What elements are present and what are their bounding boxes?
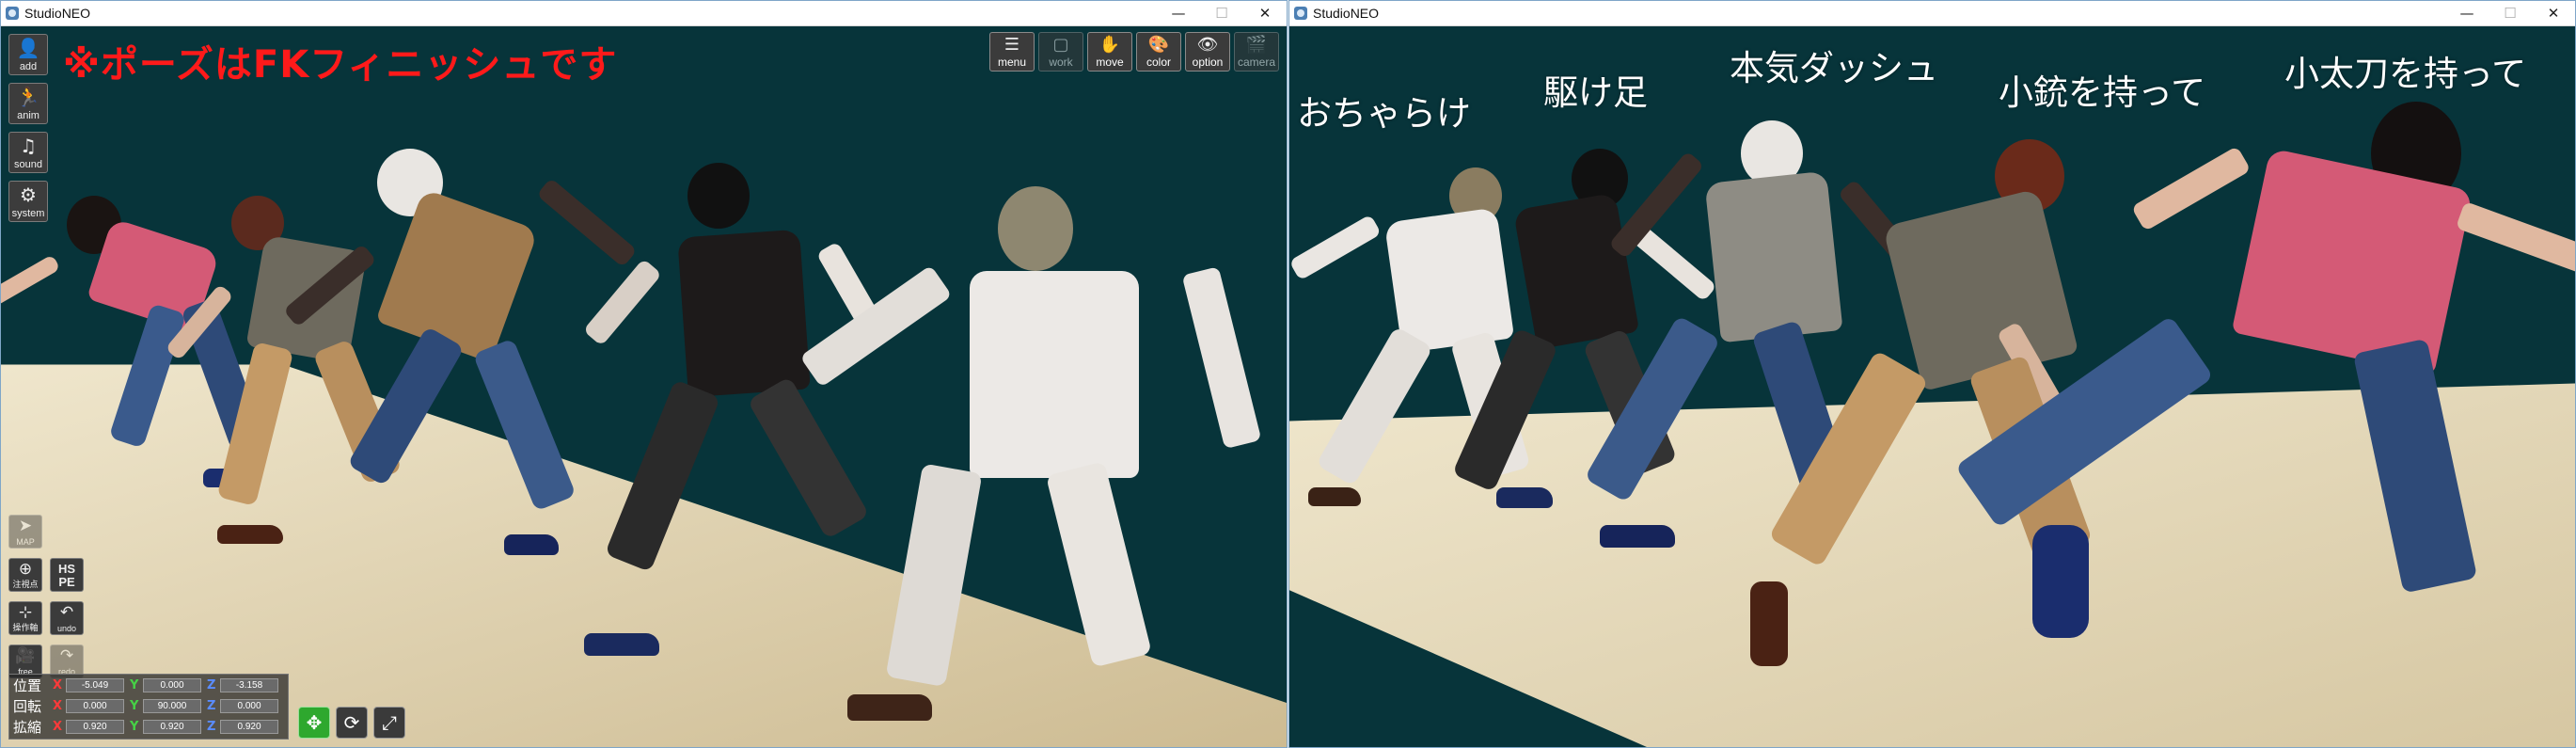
- position-x-field[interactable]: -5.049: [66, 678, 124, 692]
- left-toolbar: 👤 add 🏃 anim ♫ sound ⚙ system: [8, 34, 50, 230]
- gears-icon: ⚙: [20, 183, 37, 206]
- scale-label: 拡縮: [13, 719, 42, 736]
- music-icon: ♫: [20, 135, 37, 157]
- undo-icon: ↶: [59, 603, 74, 622]
- scale-icon: ⤢: [382, 711, 397, 734]
- maximize-button[interactable]: ☐: [2489, 1, 2532, 25]
- system-button[interactable]: ⚙ system: [8, 181, 48, 222]
- window-title: StudioNEO: [24, 6, 91, 21]
- position-row: 位置 X -5.049 Y 0.000 Z -3.158: [13, 676, 286, 695]
- map-button[interactable]: ➤ MAP: [8, 515, 42, 549]
- axis-icon: ⊹: [18, 603, 33, 622]
- axis-y-label: Y: [130, 699, 139, 713]
- axis-y-label: Y: [130, 678, 139, 692]
- cursor-icon: ➤: [18, 517, 33, 535]
- window-title: StudioNEO: [1313, 6, 1380, 21]
- top-toolbar: ☰ menu ▢ work ✋ move 🎨 color 👁 option 🎬: [989, 32, 1279, 72]
- rotation-z-field[interactable]: 0.000: [220, 699, 278, 713]
- rotation-x-field[interactable]: 0.000: [66, 699, 124, 713]
- character-woman-pink[interactable]: [1954, 102, 2575, 747]
- add-button[interactable]: 👤 add: [8, 34, 48, 75]
- axis-x-label: X: [53, 699, 63, 713]
- axis-z-label: Z: [207, 720, 216, 734]
- camera-button[interactable]: 🎬 camera: [1234, 32, 1279, 72]
- minimize-button[interactable]: —: [2445, 1, 2489, 25]
- character-man-vest[interactable]: [283, 149, 638, 591]
- character-man-white-suit[interactable]: [799, 186, 1262, 747]
- work-button[interactable]: ▢ work: [1038, 32, 1083, 72]
- palette-icon: 🎨: [1147, 35, 1170, 55]
- clapper-icon: 🎬: [1245, 35, 1268, 55]
- pose-notice: ※ポーズはFKフィニッシュです: [63, 43, 618, 87]
- undo-button[interactable]: ↶ undo: [50, 601, 84, 635]
- rotation-label: 回転: [13, 698, 42, 715]
- eye-icon: 👁: [1196, 35, 1219, 55]
- studio-window-left: StudioNEO — ☐ ✕ ※ポーズはFKフィニッシュです 👤 add 🏃 …: [0, 0, 1288, 748]
- caption-ocharake: おちゃらけ: [1297, 93, 1471, 134]
- position-label: 位置: [13, 677, 42, 694]
- move-button[interactable]: ✋ move: [1087, 32, 1132, 72]
- transform-panel: 位置 X -5.049 Y 0.000 Z -3.158 回転 X 0.000 …: [8, 674, 289, 740]
- scale-row: 拡縮 X 0.920 Y 0.920 Z 0.920: [13, 718, 286, 737]
- color-button[interactable]: 🎨 color: [1136, 32, 1181, 72]
- minimize-button[interactable]: —: [1157, 1, 1200, 25]
- rotate-icon: ⟳: [343, 711, 360, 734]
- close-button[interactable]: ✕: [2532, 1, 2575, 25]
- rotation-row: 回転 X 0.000 Y 90.000 Z 0.000: [13, 697, 286, 716]
- run-icon: 🏃: [16, 86, 40, 108]
- studio-window-right: StudioNEO — ☐ ✕ おちゃらけ 駆け足 本気ダッシュ 小銃を持って …: [1288, 0, 2576, 748]
- focus-point-button[interactable]: ⊕ 注視点: [8, 558, 42, 592]
- caption-kakeashi: 駆け足: [1543, 72, 1648, 113]
- move-arrows-icon: ✥: [306, 711, 323, 734]
- 3d-viewport[interactable]: おちゃらけ 駆け足 本気ダッシュ 小銃を持って 小太刀を持って: [1289, 26, 2575, 747]
- rotation-y-field[interactable]: 90.000: [143, 699, 201, 713]
- axis-x-label: X: [53, 678, 63, 692]
- crosshair-icon: ⊕: [18, 560, 33, 579]
- hspe-label: HS PE: [57, 562, 76, 589]
- video-camera-icon: 🎥: [15, 646, 36, 665]
- caption-honki-dash: 本気ダッシュ: [1730, 48, 1938, 88]
- menu-list-icon: ☰: [1004, 35, 1020, 55]
- axis-y-label: Y: [130, 720, 139, 734]
- axis-x-label: X: [53, 720, 63, 734]
- redo-icon: ↷: [59, 646, 74, 665]
- maximize-button[interactable]: ☐: [1200, 1, 1243, 25]
- move-gizmo-button[interactable]: ✥: [298, 707, 330, 739]
- person-add-icon: 👤: [16, 37, 40, 59]
- menu-button[interactable]: ☰ menu: [989, 32, 1035, 72]
- work-panel-icon: ▢: [1052, 35, 1069, 55]
- close-button[interactable]: ✕: [1243, 1, 1287, 25]
- axis-z-label: Z: [207, 699, 216, 713]
- scale-y-field[interactable]: 0.920: [143, 720, 201, 734]
- anim-button[interactable]: 🏃 anim: [8, 83, 48, 124]
- 3d-viewport[interactable]: ※ポーズはFKフィニッシュです 👤 add 🏃 anim ♫ sound ⚙ s…: [1, 26, 1287, 747]
- position-z-field[interactable]: -3.158: [220, 678, 278, 692]
- hspe-button[interactable]: HS PE: [50, 558, 84, 592]
- title-bar[interactable]: StudioNEO — ☐ ✕: [1289, 1, 2575, 26]
- scale-gizmo-button[interactable]: ⤢: [373, 707, 405, 739]
- caption-kodachi: 小太刀を持って: [2284, 54, 2527, 94]
- scale-x-field[interactable]: 0.920: [66, 720, 124, 734]
- hand-icon: ✋: [1098, 35, 1121, 55]
- position-y-field[interactable]: 0.000: [143, 678, 201, 692]
- app-icon: [6, 7, 19, 20]
- app-icon: [1294, 7, 1307, 20]
- scale-z-field[interactable]: 0.920: [220, 720, 278, 734]
- sound-button[interactable]: ♫ sound: [8, 132, 48, 173]
- axis-z-label: Z: [207, 678, 216, 692]
- option-button[interactable]: 👁 option: [1185, 32, 1230, 72]
- caption-shoujuu: 小銃を持って: [1999, 72, 2206, 113]
- title-bar[interactable]: StudioNEO — ☐ ✕: [1, 1, 1287, 26]
- rotate-gizmo-button[interactable]: ⟳: [336, 707, 368, 739]
- operation-axis-button[interactable]: ⊹ 操作軸: [8, 601, 42, 635]
